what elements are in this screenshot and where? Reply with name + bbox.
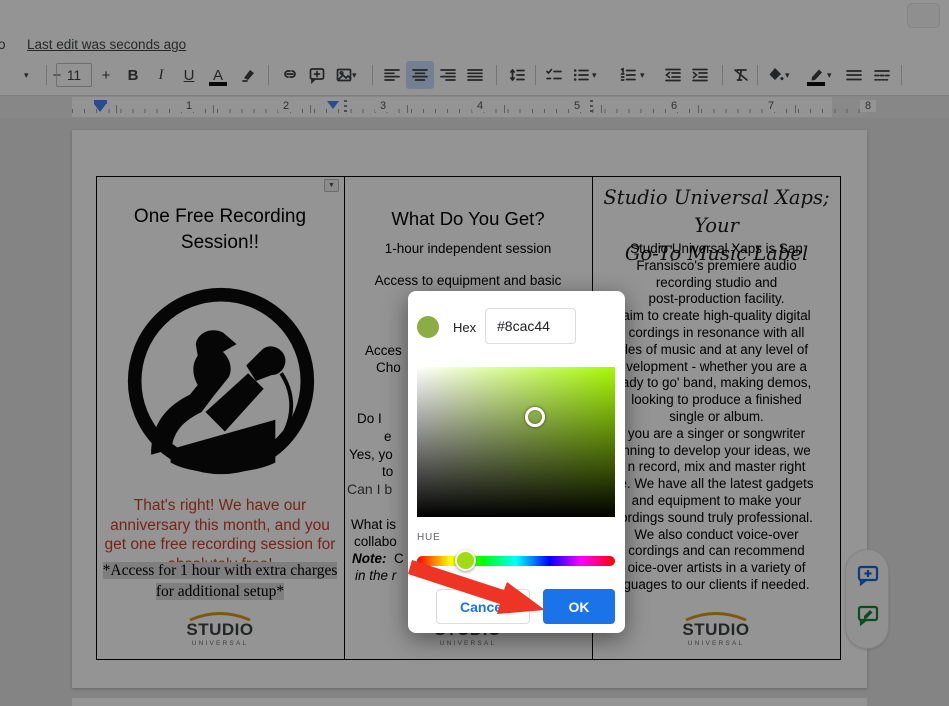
gradient-selector-ring[interactable] bbox=[525, 407, 545, 427]
hue-slider-thumb[interactable] bbox=[455, 550, 476, 571]
hue-label: HUE bbox=[417, 532, 441, 543]
ok-button[interactable]: OK bbox=[543, 589, 615, 624]
color-picker-dialog: Hex HUE Cancel OK bbox=[408, 291, 625, 633]
saturation-gradient-area[interactable] bbox=[417, 367, 615, 517]
color-swatch bbox=[417, 316, 439, 338]
cancel-button[interactable]: Cancel bbox=[436, 589, 530, 624]
hex-label: Hex bbox=[453, 320, 476, 335]
hue-slider[interactable] bbox=[417, 556, 615, 566]
hex-input[interactable] bbox=[485, 308, 576, 344]
google-docs-window: o Last edit was seconds ago ▾ − 11 + B I… bbox=[0, 0, 949, 706]
